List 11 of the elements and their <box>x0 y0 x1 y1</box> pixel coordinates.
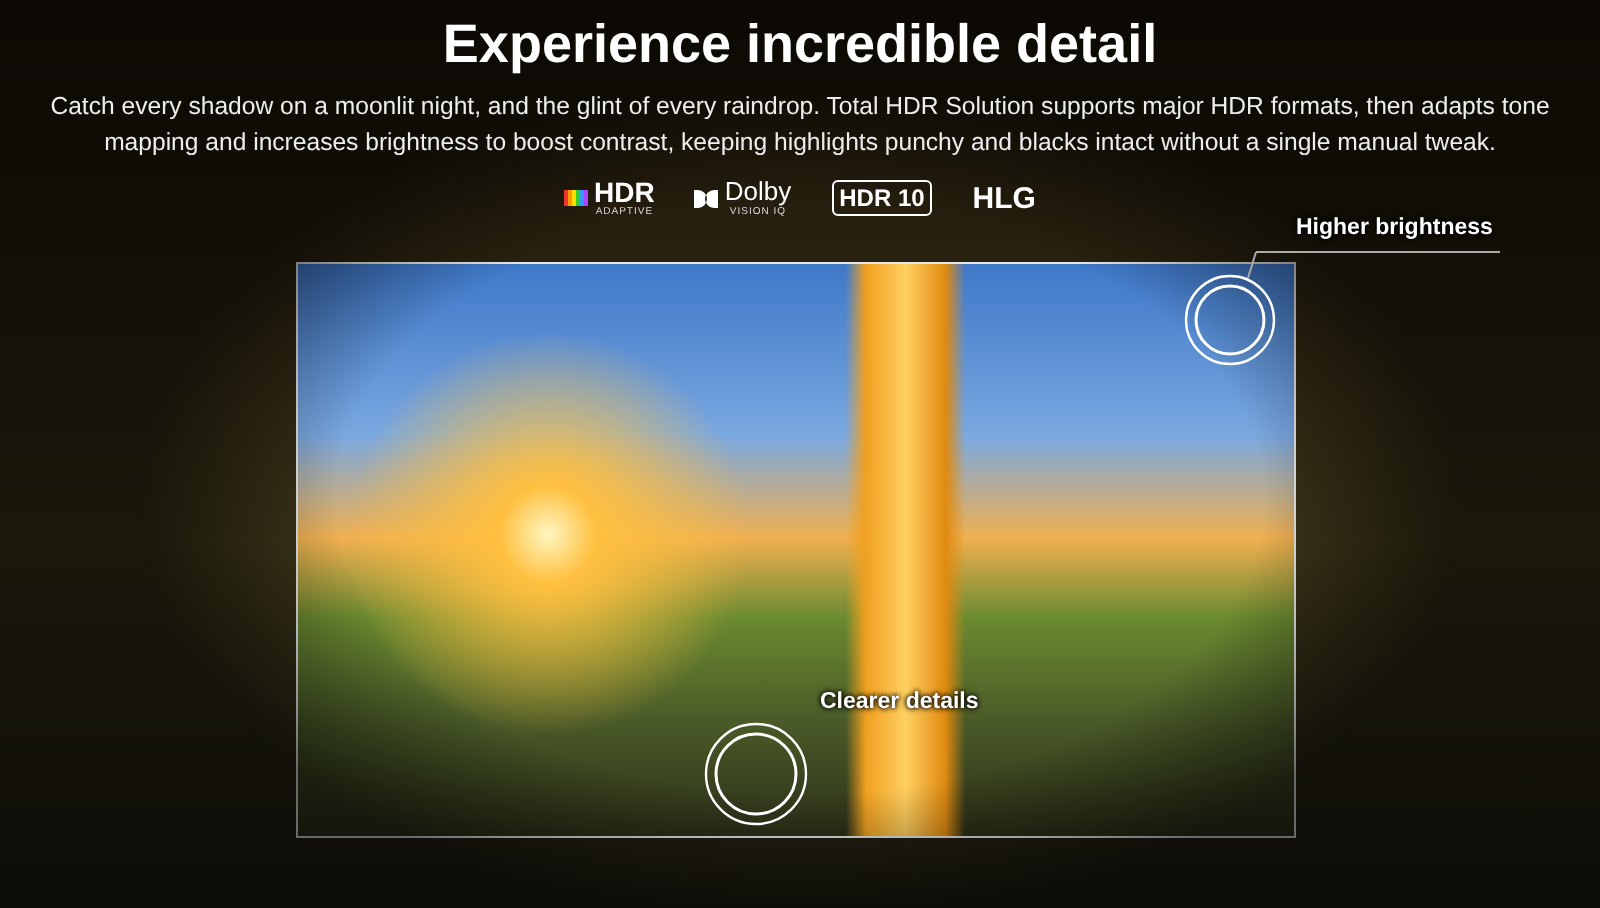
logo-text: HLG <box>972 181 1036 215</box>
logo-text: HDR <box>594 178 655 206</box>
description: Catch every shadow on a moonlit night, and the glint of every raindrop. Total HDR Solution supports major HDR formats, then adapts tone mapping and increases brightness to boost contrast, keeping highlights punchy and blacks intact without a single manual tweak. <box>48 90 1552 160</box>
logo-text: Dolby <box>724 178 792 206</box>
circle-marker-icon <box>1184 274 1276 366</box>
circle-marker-icon <box>704 722 808 826</box>
logo-badge: HDR 10 <box>831 180 933 216</box>
headline: Experience incredible detail <box>442 12 1158 76</box>
callout-label: Higher brightness <box>1296 216 1493 240</box>
color-bars-icon <box>564 188 589 208</box>
double-d-icon <box>694 189 719 207</box>
